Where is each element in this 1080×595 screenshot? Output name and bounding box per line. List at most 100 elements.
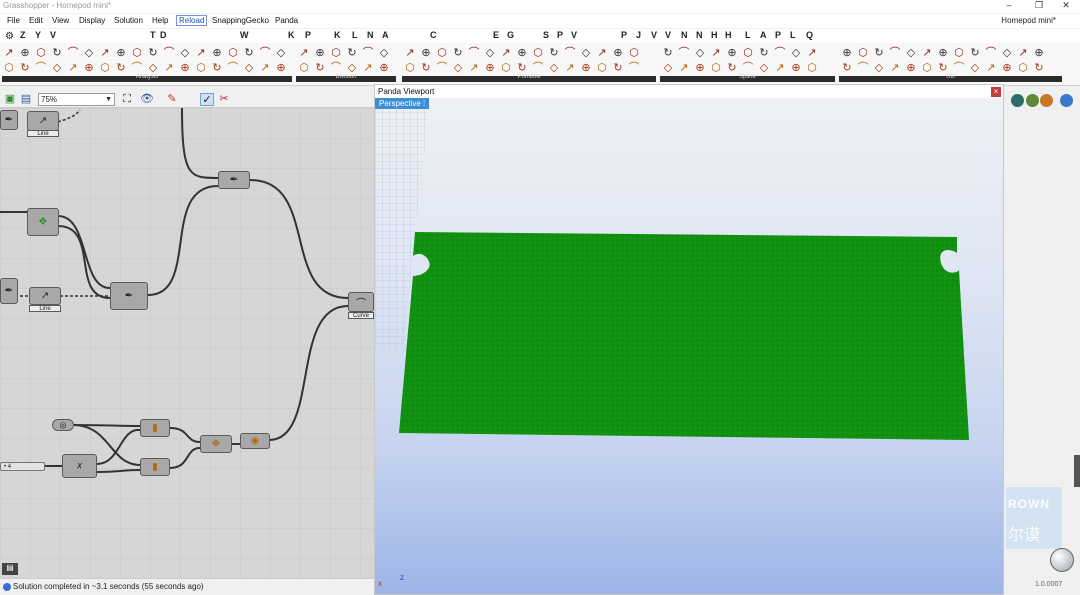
viewport-3d-view[interactable]: Perspective ⁞ x z [375,98,1003,594]
ribbon-component-icon[interactable]: ↻ [51,47,63,59]
ribbon-component-icon[interactable]: ◇ [662,62,674,74]
ribbon-component-icon[interactable]: ⌒ [362,47,374,59]
ribbon-component-icon[interactable]: ↗ [806,47,818,59]
ribbon-component-icon[interactable]: ↻ [1033,62,1045,74]
ribbon-component-icon[interactable]: ⊕ [275,62,287,74]
menu-file[interactable]: File [7,16,20,25]
select-mode-icon[interactable]: ✓ [200,93,214,106]
menu-view[interactable]: View [52,16,69,25]
category-tab[interactable]: Q [806,30,813,40]
gh-component[interactable]: ✒ [0,110,18,130]
ribbon-component-icon[interactable]: ⌒ [857,62,869,74]
minimize-button[interactable]: – [995,0,1023,13]
ribbon-component-icon[interactable]: ⊕ [179,62,191,74]
ribbon-component-icon[interactable]: ⬡ [35,47,47,59]
sketch-icon[interactable]: ✂ [217,93,231,106]
number-slider[interactable]: • 4 [0,462,45,471]
ribbon-component-icon[interactable]: ⬡ [131,47,143,59]
ribbon-component-icon[interactable]: ⌒ [227,62,239,74]
ribbon-component-icon[interactable]: ↻ [937,62,949,74]
category-tab[interactable]: G [507,30,514,40]
ribbon-component-icon[interactable]: ⬡ [1017,62,1029,74]
ribbon-component-icon[interactable]: ⌒ [131,62,143,74]
ribbon-component-icon[interactable]: ↗ [67,62,79,74]
ribbon-component-icon[interactable]: ⊕ [211,47,223,59]
ribbon-component-icon[interactable]: ◇ [243,62,255,74]
category-tab[interactable]: P [305,30,311,40]
ribbon-component-icon[interactable]: ↗ [596,47,608,59]
ribbon-component-icon[interactable]: ⬡ [742,47,754,59]
ribbon-component-icon[interactable]: ⬡ [857,47,869,59]
ribbon-component-icon[interactable]: ⌒ [889,47,901,59]
ribbon-component-icon[interactable]: ◇ [51,62,63,74]
gh-component[interactable]: ✒ [218,171,250,189]
ribbon-component-icon[interactable]: ⌒ [774,47,786,59]
paint-brush-icon[interactable]: ✎ [165,93,179,106]
ribbon-component-icon[interactable]: ⬡ [921,62,933,74]
ribbon-component-icon[interactable]: ◇ [346,62,358,74]
ribbon-component-icon[interactable]: ◇ [452,62,464,74]
ribbon-component-icon[interactable]: ⊕ [841,47,853,59]
display-mode-icon[interactable] [1026,94,1039,107]
ribbon-component-icon[interactable]: ⊕ [694,62,706,74]
ribbon-component-icon[interactable]: ↻ [243,47,255,59]
category-tab[interactable]: V [665,30,671,40]
category-tab[interactable]: L [745,30,751,40]
ribbon-component-icon[interactable]: ◇ [790,47,802,59]
ribbon-component-icon[interactable]: ↗ [163,62,175,74]
ribbon-component-icon[interactable]: ⌒ [628,62,640,74]
ribbon-component-icon[interactable]: ↗ [468,62,480,74]
ribbon-component-icon[interactable]: ⬡ [227,47,239,59]
ribbon-component-icon[interactable]: ↻ [346,47,358,59]
ribbon-component-icon[interactable]: ↗ [99,47,111,59]
display-mode-icon[interactable] [1011,94,1024,107]
menu-edit[interactable]: Edit [29,16,43,25]
canvas-widget-button[interactable]: ▤ [2,563,18,575]
ribbon-component-icon[interactable]: ↗ [710,47,722,59]
grasshopper-canvas[interactable]: ✒ ↗ Line ✒ ✥ ✒ ↗ Line ✒ ⌒ Curve ◎ ▮ ▮ 𝑥 … [0,108,374,578]
ribbon-component-icon[interactable]: ⬡ [298,62,310,74]
ribbon-component-icon[interactable]: ⬡ [99,62,111,74]
ribbon-component-icon[interactable]: ⊕ [1033,47,1045,59]
category-tab[interactable]: N [681,30,688,40]
ribbon-component-icon[interactable]: ↻ [420,62,432,74]
ribbon-component-icon[interactable]: ↻ [19,62,31,74]
ribbon-component-icon[interactable]: ⌒ [330,62,342,74]
ribbon-component-icon[interactable]: ⌒ [564,47,576,59]
ribbon-component-icon[interactable]: ↻ [548,47,560,59]
ribbon-component-icon[interactable]: ⌒ [742,62,754,74]
ribbon-component-icon[interactable]: ◇ [873,62,885,74]
ribbon-component-icon[interactable]: ↻ [758,47,770,59]
navigation-ball-icon[interactable] [1050,548,1074,572]
ribbon-component-icon[interactable]: ↻ [612,62,624,74]
category-tab[interactable]: V [651,30,657,40]
category-tab[interactable]: T [150,30,156,40]
ribbon-component-icon[interactable]: ⌒ [35,62,47,74]
ribbon-component-icon[interactable]: ⊕ [115,47,127,59]
ribbon-component-icon[interactable]: ↻ [452,47,464,59]
category-tab[interactable]: H [711,30,718,40]
ribbon-component-icon[interactable]: ⊕ [937,47,949,59]
gh-component[interactable]: ▮ [140,458,170,476]
ribbon-component-icon[interactable]: ⬡ [806,62,818,74]
category-tab[interactable]: P [621,30,627,40]
ribbon-component-icon[interactable]: ⊕ [516,47,528,59]
ribbon-component-icon[interactable]: ↻ [662,47,674,59]
ribbon-component-icon[interactable]: ⬡ [628,47,640,59]
ribbon-component-icon[interactable]: ◇ [378,47,390,59]
ribbon-component-icon[interactable]: ↗ [298,47,310,59]
close-button[interactable]: ✕ [1052,0,1080,13]
ribbon-component-icon[interactable]: ⊕ [484,62,496,74]
ribbon-component-icon[interactable]: ↗ [1017,47,1029,59]
ribbon-component-icon[interactable]: ⌒ [532,62,544,74]
ribbon-component-icon[interactable]: ↗ [500,47,512,59]
ribbon-component-icon[interactable]: ↗ [564,62,576,74]
gh-merge-component[interactable]: ✒ [110,282,148,310]
ribbon-component-icon[interactable]: ⊕ [420,47,432,59]
category-tab[interactable]: D [160,30,167,40]
ribbon-component-icon[interactable]: ◇ [969,62,981,74]
ribbon-component-icon[interactable]: ⌒ [259,47,271,59]
ribbon-panel-division[interactable]: Division [296,74,396,82]
gh-component[interactable]: ▮ [140,419,170,437]
ribbon-component-icon[interactable]: ◇ [548,62,560,74]
